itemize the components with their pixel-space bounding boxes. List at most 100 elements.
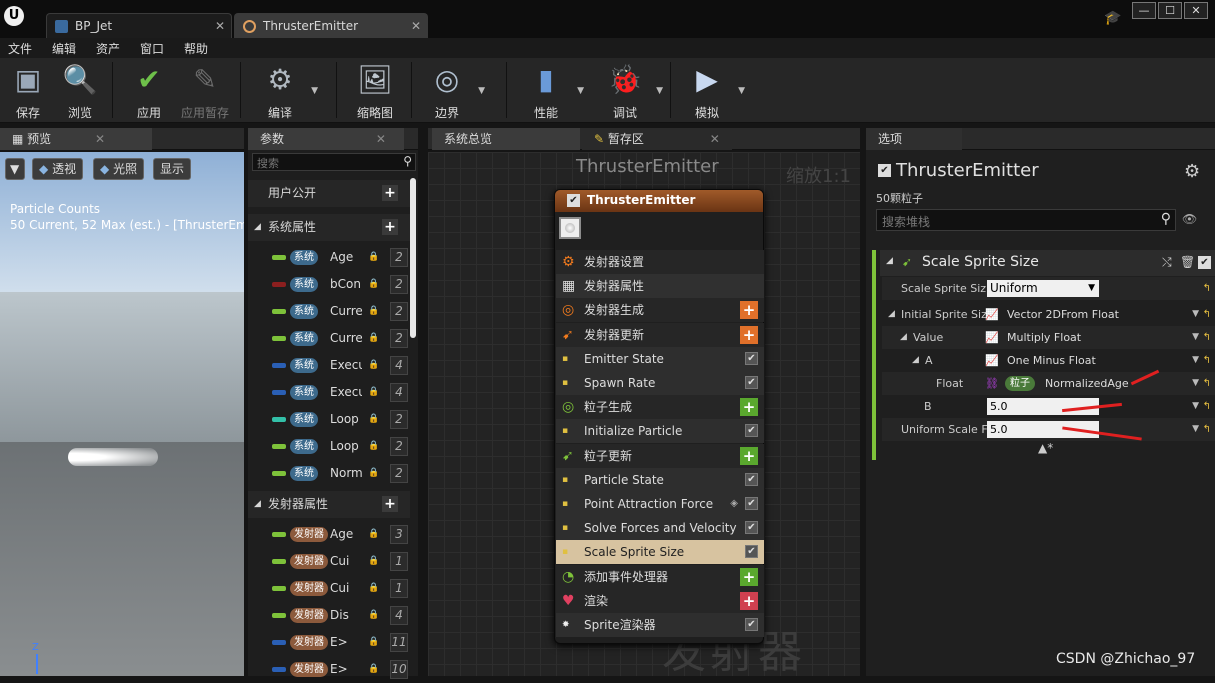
gear-icon[interactable]: ⚙ <box>1184 161 1200 182</box>
add-user-param-button[interactable]: + <box>382 185 398 201</box>
param-ref-count[interactable]: 2 <box>390 437 408 456</box>
node-enable-checkbox[interactable]: ✔ <box>567 194 580 207</box>
menu-asset[interactable]: 资产 <box>96 40 120 57</box>
reset-arrow-icon[interactable]: ↰ <box>1203 303 1211 326</box>
param-ref-count[interactable]: 4 <box>390 606 408 625</box>
menu-file[interactable]: 文件 <box>8 40 32 57</box>
params-search-input[interactable]: 搜索 ⚲ <box>252 153 416 171</box>
chevron-down-icon[interactable]: ▼ <box>1192 303 1199 326</box>
stack-row[interactable]: ▪ Solve Forces and Velocity ✔ <box>556 516 764 541</box>
system-param-row[interactable]: 系统 Curre 🔒 2 <box>248 325 410 352</box>
scale-mode-dropdown[interactable]: Uniform ▼ <box>987 280 1099 297</box>
module-enable-checkbox[interactable]: ✔ <box>745 351 758 365</box>
emitter-param-row[interactable]: 发射器 E> 🔒 10 <box>248 656 410 683</box>
compile-button[interactable]: ⚙ 编译 ▼ <box>252 62 318 120</box>
reset-arrow-icon[interactable]: ↰ <box>1203 326 1211 349</box>
system-attrs-header[interactable]: ◢ 系统属性 + <box>248 214 410 241</box>
param-ref-count[interactable]: 2 <box>390 248 408 267</box>
preview-viewport[interactable]: ▼ ◆ 透视 ◆ 光照 显示 Particle Counts 50 Curren… <box>0 152 244 676</box>
chevron-down-icon[interactable]: ▼ <box>478 86 485 96</box>
initial-size-value[interactable]: Vector 2DFrom Float <box>1007 303 1119 326</box>
param-ref-count[interactable]: 4 <box>390 383 408 402</box>
reset-arrow-icon[interactable]: ↰ <box>1203 372 1211 395</box>
module-enable-checkbox[interactable]: ✔ <box>745 521 758 535</box>
eye-icon[interactable]: 👁 <box>1182 212 1197 226</box>
module-enable-checkbox[interactable]: ✔ <box>745 618 758 631</box>
stack-row[interactable]: ▦ 发射器属性 <box>556 274 764 299</box>
emitter-param-row[interactable]: 发射器 E> 🔒 11 <box>248 629 410 656</box>
add-emitter-param-button[interactable]: + <box>382 496 398 512</box>
apply-pending-button[interactable]: ✎ 应用暂存 <box>177 62 233 120</box>
add-module-button[interactable]: + <box>740 325 758 344</box>
emitter-param-row[interactable]: 发射器 Dis 🔒 4 <box>248 602 410 629</box>
apply-button[interactable]: ✔ 应用 <box>121 62 177 120</box>
module-header[interactable]: ◢ ➹ Scale Sprite Size ⤭ 🗑 ✔ <box>880 250 1215 276</box>
system-param-row[interactable]: 系统 bCon 🔒 2 <box>248 271 410 298</box>
tab-scratch-pad[interactable]: ✎ 暂存区 ✕ <box>582 128 732 150</box>
show-button[interactable]: 显示 <box>153 158 192 180</box>
chevron-down-icon[interactable]: ▼ <box>1192 395 1199 418</box>
chevron-down-icon[interactable]: ▼ <box>1192 349 1199 372</box>
reset-arrow-icon[interactable]: ↰ <box>1203 418 1211 441</box>
close-icon[interactable]: ✕ <box>411 14 421 39</box>
emitter-enable-checkbox[interactable]: ✔ <box>878 164 891 177</box>
unreal-logo-icon[interactable]: U <box>4 6 24 26</box>
stack-row[interactable]: ⚙ 发射器设置 <box>556 250 764 274</box>
add-module-button[interactable]: + <box>740 301 758 320</box>
tab-system-overview[interactable]: 系统总览 ✕ <box>432 128 580 168</box>
close-icon[interactable]: ✕ <box>710 132 720 146</box>
param-ref-count[interactable]: 11 <box>390 633 408 652</box>
debug-button[interactable]: 🐞 调试 ▼ <box>597 62 663 120</box>
trash-icon[interactable]: 🗑 <box>1180 255 1195 269</box>
learn-icon[interactable]: 🎓 <box>1104 10 1121 26</box>
performance-button[interactable]: ▮ 性能 ▼ <box>518 62 584 120</box>
add-module-button[interactable]: + <box>740 398 758 417</box>
perspective-button[interactable]: ◆ 透视 <box>32 158 84 180</box>
value-function[interactable]: Multiply Float <box>1007 326 1081 349</box>
lighting-button[interactable]: ◆ 光照 <box>93 158 145 180</box>
emitter-param-row[interactable]: 发射器 Cui 🔒 1 <box>248 575 410 602</box>
collapse-icon[interactable]: ◢ <box>912 349 919 372</box>
module-enable-checkbox[interactable]: ✔ <box>745 497 758 510</box>
tab-params[interactable]: 参数 ✕ <box>248 128 404 150</box>
param-ref-count[interactable]: 2 <box>390 410 408 429</box>
param-ref-count[interactable]: 1 <box>390 579 408 598</box>
float-binding[interactable]: NormalizedAge <box>1045 372 1129 395</box>
chevron-down-icon[interactable]: ▼ <box>577 86 584 96</box>
close-window-button[interactable]: ✕ <box>1184 2 1208 19</box>
reset-arrow-icon[interactable]: ↰ <box>1203 277 1211 300</box>
tab-options[interactable]: 选项 <box>866 128 962 150</box>
reset-arrow-icon[interactable]: ↰ <box>1203 349 1211 372</box>
maximize-button[interactable]: ☐ <box>1158 2 1182 19</box>
param-ref-count[interactable]: 2 <box>390 275 408 294</box>
thumbnail-button[interactable]: 🖼 缩略图 <box>347 62 403 120</box>
param-ref-count[interactable]: 1 <box>390 552 408 571</box>
system-param-row[interactable]: 系统 Execu 🔒 4 <box>248 379 410 406</box>
stack-row[interactable]: ▪ Emitter State ✔ <box>556 346 764 371</box>
chevron-down-icon[interactable]: ▼ <box>656 86 663 96</box>
system-graph-canvas[interactable]: ThrusterEmitter 缩放1:1 发射器 ✔ ThrusterEmit… <box>428 152 860 676</box>
stack-row[interactable]: ◔ 添加事件处理器 + <box>556 564 764 589</box>
module-enable-checkbox[interactable]: ✔ <box>745 376 758 389</box>
params-scrollbar[interactable] <box>410 178 416 338</box>
collapse-icon[interactable]: ◢ <box>886 256 893 266</box>
emitter-param-row[interactable]: 发射器 Age 🔒 3 <box>248 521 410 548</box>
system-param-row[interactable]: 系统 Curre 🔒 2 <box>248 298 410 325</box>
stack-row[interactable]: ▪ Particle State ✔ <box>556 467 764 492</box>
chevron-down-icon[interactable]: ▼ <box>738 86 745 96</box>
system-param-row[interactable]: 系统 Age 🔒 2 <box>248 244 410 271</box>
add-module-button[interactable]: + <box>740 591 758 610</box>
bounds-button[interactable]: ◎ 边界 ▼ <box>419 62 485 120</box>
param-ref-count[interactable]: 2 <box>390 302 408 321</box>
module-enable-checkbox[interactable]: ✔ <box>745 472 758 486</box>
simulate-button[interactable]: ▶ 模拟 ▼ <box>679 62 745 120</box>
stack-row[interactable]: ◎ 粒子生成 + <box>556 395 764 420</box>
module-enable-checkbox[interactable]: ✔ <box>745 545 758 559</box>
expand-more-icon[interactable]: ▲* <box>1038 441 1053 455</box>
minimize-button[interactable]: — <box>1132 2 1156 19</box>
module-enable-checkbox[interactable]: ✔ <box>1198 256 1211 269</box>
stack-row[interactable]: ➹ 粒子更新 + <box>556 443 764 468</box>
param-ref-count[interactable]: 2 <box>390 329 408 348</box>
add-module-button[interactable]: + <box>740 567 758 586</box>
stack-row[interactable]: ▪ Scale Sprite Size ✔ <box>556 540 764 565</box>
